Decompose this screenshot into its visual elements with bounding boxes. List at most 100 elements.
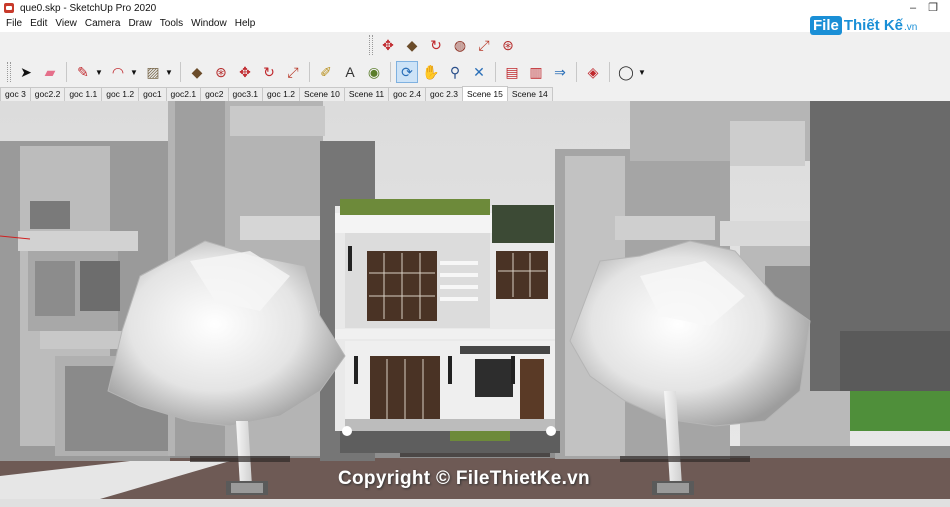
scene-tab[interactable]: goc 1.2 [101, 87, 140, 101]
menu-window[interactable]: Window [187, 16, 231, 32]
paint-bucket-icon-glyph: ◉ [367, 64, 381, 80]
rectangle-icon-glyph: ▨ [146, 64, 160, 80]
menu-view[interactable]: View [51, 16, 81, 32]
site-logo: File Thiết Kế .vn [810, 10, 917, 40]
edit-toolbar: ✥ ◆ ↻ ◍ ⤢ ⊛ [366, 32, 520, 58]
push-pull-icon-glyph: ◆ [406, 37, 418, 53]
rectangle-icon[interactable]: ▨ [142, 61, 164, 83]
scale-main-icon-glyph: ⤢ [287, 64, 299, 80]
profile-icon[interactable]: ◯ [615, 61, 637, 83]
rotate-icon-glyph: ↻ [430, 37, 442, 53]
title-bar: que0.skp - SketchUp Pro 2020 – ❐ [0, 0, 950, 16]
line-icon-glyph: ✎ [77, 64, 89, 80]
orbit-icon-glyph: ⟳ [401, 64, 413, 80]
line-icon[interactable]: ✎ [72, 61, 94, 83]
scale-main-icon[interactable]: ⤢ [282, 61, 304, 83]
push-pull-icon[interactable]: ◆ [401, 34, 423, 56]
toolbar-separator [609, 62, 610, 82]
menu-tools[interactable]: Tools [156, 16, 187, 32]
follow-me-main-icon[interactable]: ⊛ [210, 61, 232, 83]
dropdown-arrow-icon[interactable]: ▼ [95, 68, 103, 77]
toolbar-separator [576, 62, 577, 82]
paint-bucket-icon[interactable]: ◉ [363, 61, 385, 83]
follow-me-icon[interactable]: ◍ [449, 34, 471, 56]
dropdown-arrow-icon[interactable]: ▼ [165, 68, 173, 77]
scene-tab[interactable]: goc 2.4 [388, 87, 427, 101]
scene-tabs: goc 3 goc2.2 goc 1.1 goc 1.2 goc1 goc2.1 goc2 g… [0, 86, 553, 101]
select-icon[interactable]: ➤ [15, 61, 37, 83]
arc-icon-glyph: ◠ [111, 64, 125, 80]
dropdown-arrow-icon[interactable]: ▼ [638, 68, 646, 77]
arc-icon[interactable]: ◠ [107, 61, 129, 83]
move-main-icon[interactable]: ✥ [234, 61, 256, 83]
scene-tab[interactable]: goc 1.1 [64, 87, 103, 101]
logo-suffix: .vn [904, 22, 918, 33]
scene-tab[interactable]: goc 2.3 [425, 87, 463, 101]
toolbar-separator [390, 62, 391, 82]
extension-warehouse-icon[interactable]: ▥ [525, 61, 547, 83]
menu-help[interactable]: Help [231, 16, 260, 32]
scene-tab[interactable]: Scene 14 [506, 87, 553, 101]
orbit-icon[interactable]: ⟳ [396, 61, 418, 83]
toolbar-grip[interactable] [369, 35, 373, 55]
offset-icon-glyph: ⊛ [502, 37, 514, 53]
toolbar-grip[interactable] [7, 62, 11, 82]
offset-icon[interactable]: ⊛ [497, 34, 519, 56]
menu-bar: File Edit View Camera Draw Tools Window … [0, 16, 950, 32]
extension-warehouse-icon-glyph: ▥ [529, 64, 543, 80]
send-to-layout-icon-glyph: ⇒ [554, 64, 566, 80]
toolbar-separator [309, 62, 310, 82]
text-icon[interactable]: A [339, 61, 361, 83]
pan-icon[interactable]: ✋ [420, 61, 442, 83]
zoom-icon[interactable]: ⚲ [444, 61, 466, 83]
scale-icon[interactable]: ⤢ [473, 34, 495, 56]
tape-measure-icon[interactable]: ✐ [315, 61, 337, 83]
scene-tab[interactable]: Scene 10 [298, 87, 345, 101]
central-house [335, 199, 560, 453]
scene-tab[interactable]: goc2.2 [29, 87, 66, 101]
rotate-main-icon[interactable]: ↻ [258, 61, 280, 83]
menu-edit[interactable]: Edit [26, 16, 51, 32]
scene-tab[interactable]: goc3.1 [227, 87, 264, 101]
scene-tab[interactable]: Scene 11 [343, 87, 390, 101]
follow-me-icon-glyph: ◍ [453, 37, 467, 53]
window-title: que0.skp - SketchUp Pro 2020 [20, 2, 157, 14]
pan-icon-glyph: ✋ [422, 64, 440, 80]
menu-file[interactable]: File [2, 16, 26, 32]
profile-icon-glyph: ◯ [618, 64, 634, 80]
menu-camera[interactable]: Camera [81, 16, 125, 32]
model-render [0, 101, 950, 507]
warehouse-icon[interactable]: ▤ [501, 61, 523, 83]
push-pull-main-icon[interactable]: ◆ [186, 61, 208, 83]
send-to-layout-icon[interactable]: ⇒ [549, 61, 571, 83]
dropdown-arrow-icon[interactable]: ▼ [130, 68, 138, 77]
ruby-console-icon-glyph: ◈ [587, 64, 599, 80]
toolbar-separator [180, 62, 181, 82]
scene-tab[interactable]: Scene 15 [461, 86, 508, 101]
toolbar-separator [66, 62, 67, 82]
push-pull-main-icon-glyph: ◆ [191, 64, 203, 80]
scene-tab[interactable]: goc1 [138, 87, 167, 101]
tape-measure-icon-glyph: ✐ [320, 64, 332, 80]
scene-tab[interactable]: goc2.1 [165, 87, 202, 101]
text-icon-glyph: A [345, 64, 355, 80]
move-icon-glyph: ✥ [382, 37, 394, 53]
zoom-extents-icon-glyph: ✕ [473, 64, 485, 80]
logo-main: Thiết Kế [843, 16, 904, 34]
logo-prefix: File [810, 15, 842, 35]
model-viewport[interactable] [0, 101, 950, 507]
sketchup-app-icon [4, 3, 14, 13]
ruby-console-icon[interactable]: ◈ [582, 61, 604, 83]
toolbar-separator [495, 62, 496, 82]
menu-draw[interactable]: Draw [124, 16, 155, 32]
scene-tab[interactable]: goc2 [200, 87, 229, 101]
zoom-extents-icon[interactable]: ✕ [468, 61, 490, 83]
scene-tab[interactable]: goc 3 [0, 87, 31, 101]
move-main-icon-glyph: ✥ [239, 64, 251, 80]
scene-tab[interactable]: goc 1.2 [262, 87, 300, 101]
rotate-icon[interactable]: ↻ [425, 34, 447, 56]
restore-button[interactable]: ❐ [925, 1, 941, 15]
eraser-icon[interactable]: ▰ [39, 61, 61, 83]
move-icon[interactable]: ✥ [377, 34, 399, 56]
zoom-icon-glyph: ⚲ [449, 64, 461, 80]
